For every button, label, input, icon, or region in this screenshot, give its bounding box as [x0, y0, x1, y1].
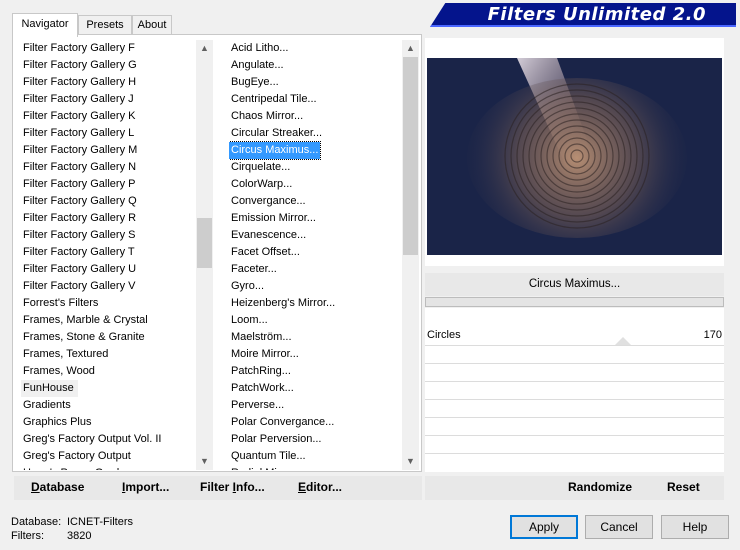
filter-info-button[interactable]: Filter Info... — [200, 480, 265, 494]
category-list-item[interactable]: Harry's Power Grads — [21, 465, 195, 470]
filter-list-item[interactable]: PatchRing... — [229, 363, 401, 380]
left-toolbar: Database Import... Filter Info... Editor… — [14, 476, 422, 500]
tab-navigator[interactable]: Navigator — [12, 13, 78, 37]
category-scrollbar[interactable]: ▲ ▼ — [196, 40, 213, 470]
control-row-empty — [425, 346, 724, 364]
filter-list-item[interactable]: Facet Offset... — [229, 244, 401, 261]
filter-list-item[interactable]: Quantum Tile... — [229, 448, 401, 465]
title-banner: Filters Unlimited 2.0 — [430, 3, 736, 27]
category-list-item[interactable]: Filter Factory Gallery U — [21, 261, 195, 278]
filter-list-item[interactable]: Angulate... — [229, 57, 401, 74]
filter-progress-bar — [425, 297, 724, 307]
filter-list-item[interactable]: Cirquelate... — [229, 159, 401, 176]
filter-list-item[interactable]: Circus Maximus... — [229, 141, 322, 160]
control-row-empty — [425, 418, 724, 436]
category-list-item[interactable]: Filter Factory Gallery L — [21, 125, 195, 142]
reset-button[interactable]: Reset — [667, 480, 700, 494]
filter-list-item[interactable]: Perverse... — [229, 397, 401, 414]
category-list-item[interactable]: Graphics Plus — [21, 414, 195, 431]
control-slider-circles[interactable]: Circles 170 — [425, 328, 724, 346]
right-toolbar: Randomize Reset — [425, 476, 724, 500]
status-info: Database: ICNET-Filters Filters: 3820 — [11, 516, 133, 543]
category-list-item[interactable]: Frames, Stone & Granite — [21, 329, 195, 346]
control-row-empty — [425, 382, 724, 400]
filter-list[interactable]: Acid Litho... Angulate... BugEye... Centrip… — [229, 40, 401, 470]
category-list-item[interactable]: Filter Factory Gallery J — [21, 91, 195, 108]
slider-thumb-icon[interactable] — [615, 337, 631, 346]
filter-list-item[interactable]: Circular Streaker... — [229, 125, 401, 142]
scroll-down-icon[interactable]: ▼ — [196, 453, 213, 470]
tab-presets[interactable]: Presets — [78, 15, 132, 35]
database-value: ICNET-Filters — [67, 516, 133, 528]
filter-list-item[interactable]: Acid Litho... — [229, 40, 401, 57]
category-list-item[interactable]: Filter Factory Gallery V — [21, 278, 195, 295]
scroll-thumb[interactable] — [197, 218, 212, 268]
filter-list-item[interactable]: Moire Mirror... — [229, 346, 401, 363]
preview-image[interactable] — [427, 58, 722, 255]
scroll-down-icon[interactable]: ▼ — [402, 453, 419, 470]
category-list-item[interactable]: Filter Factory Gallery R — [21, 210, 195, 227]
preview-render — [427, 58, 722, 255]
preview-area — [425, 38, 724, 266]
filter-list-item[interactable]: Evanescence... — [229, 227, 401, 244]
filter-list-item[interactable]: BugEye... — [229, 74, 401, 91]
category-list-item[interactable]: Filter Factory Gallery M — [21, 142, 195, 159]
category-list-item[interactable]: Filter Factory Gallery P — [21, 176, 195, 193]
randomize-button[interactable]: Randomize — [568, 480, 632, 494]
tab-about[interactable]: About — [132, 15, 172, 35]
category-list-item[interactable]: Filter Factory Gallery G — [21, 57, 195, 74]
database-label: Database: — [11, 516, 62, 528]
category-list[interactable]: Filter Factory Gallery F Filter Factory G… — [21, 40, 195, 470]
filter-list-item[interactable]: Polar Convergance... — [229, 414, 401, 431]
category-list-item[interactable]: Frames, Marble & Crystal — [21, 312, 195, 329]
category-list-item[interactable]: Filter Factory Gallery F — [21, 40, 195, 57]
filters-value: 3820 — [67, 529, 92, 542]
filter-scrollbar[interactable]: ▲ ▼ — [402, 40, 419, 470]
control-label: Circles — [427, 329, 461, 341]
category-list-item[interactable]: Filter Factory Gallery N — [21, 159, 195, 176]
category-list-item[interactable]: Filter Factory Gallery S — [21, 227, 195, 244]
category-list-item[interactable]: FunHouse — [21, 380, 78, 397]
scroll-thumb[interactable] — [403, 57, 418, 255]
category-list-item[interactable]: Frames, Textured — [21, 346, 195, 363]
editor-button[interactable]: Editor... — [298, 480, 342, 494]
category-list-item[interactable]: Filter Factory Gallery H — [21, 74, 195, 91]
control-row-empty — [425, 364, 724, 382]
category-list-item[interactable]: Filter Factory Gallery K — [21, 108, 195, 125]
category-list-item[interactable]: Gradients — [21, 397, 195, 414]
apply-button[interactable]: Apply — [510, 515, 578, 539]
filter-list-item[interactable]: Maelström... — [229, 329, 401, 346]
filter-list-item[interactable]: Radial Mirror... — [229, 465, 401, 470]
scroll-up-icon[interactable]: ▲ — [196, 40, 213, 57]
category-list-item[interactable]: Frames, Wood — [21, 363, 195, 380]
app-title: Filters Unlimited 2.0 — [487, 4, 706, 25]
database-button[interactable]: Database — [31, 480, 84, 494]
category-list-item[interactable]: Filter Factory Gallery T — [21, 244, 195, 261]
filter-list-item[interactable]: Gyro... — [229, 278, 401, 295]
filters-label: Filters: — [11, 529, 44, 542]
filter-list-item[interactable]: Chaos Mirror... — [229, 108, 401, 125]
control-value: 170 — [703, 329, 722, 341]
filter-list-item[interactable]: Heizenberg's Mirror... — [229, 295, 401, 312]
category-list-item[interactable]: Forrest's Filters — [21, 295, 195, 312]
filter-list-item[interactable]: Emission Mirror... — [229, 210, 401, 227]
filter-list-item[interactable]: Convergance... — [229, 193, 401, 210]
filter-title: Circus Maximus... — [425, 273, 724, 296]
import-button[interactable]: Import... — [122, 480, 169, 494]
help-button[interactable]: Help — [661, 515, 729, 539]
filter-list-item[interactable]: ColorWarp... — [229, 176, 401, 193]
filter-list-item[interactable]: PatchWork... — [229, 380, 401, 397]
category-list-item[interactable]: Filter Factory Gallery Q — [21, 193, 195, 210]
control-area: Circles 170 — [425, 308, 724, 472]
filter-list-item[interactable]: Loom... — [229, 312, 401, 329]
control-row-empty — [425, 436, 724, 454]
control-row-empty — [425, 400, 724, 418]
filter-list-item[interactable]: Faceter... — [229, 261, 401, 278]
category-list-item[interactable]: Greg's Factory Output Vol. II — [21, 431, 195, 448]
category-list-item[interactable]: Greg's Factory Output — [21, 448, 195, 465]
scroll-up-icon[interactable]: ▲ — [402, 40, 419, 57]
filter-list-item[interactable]: Polar Perversion... — [229, 431, 401, 448]
filter-list-item[interactable]: Centripedal Tile... — [229, 91, 401, 108]
cancel-button[interactable]: Cancel — [585, 515, 653, 539]
